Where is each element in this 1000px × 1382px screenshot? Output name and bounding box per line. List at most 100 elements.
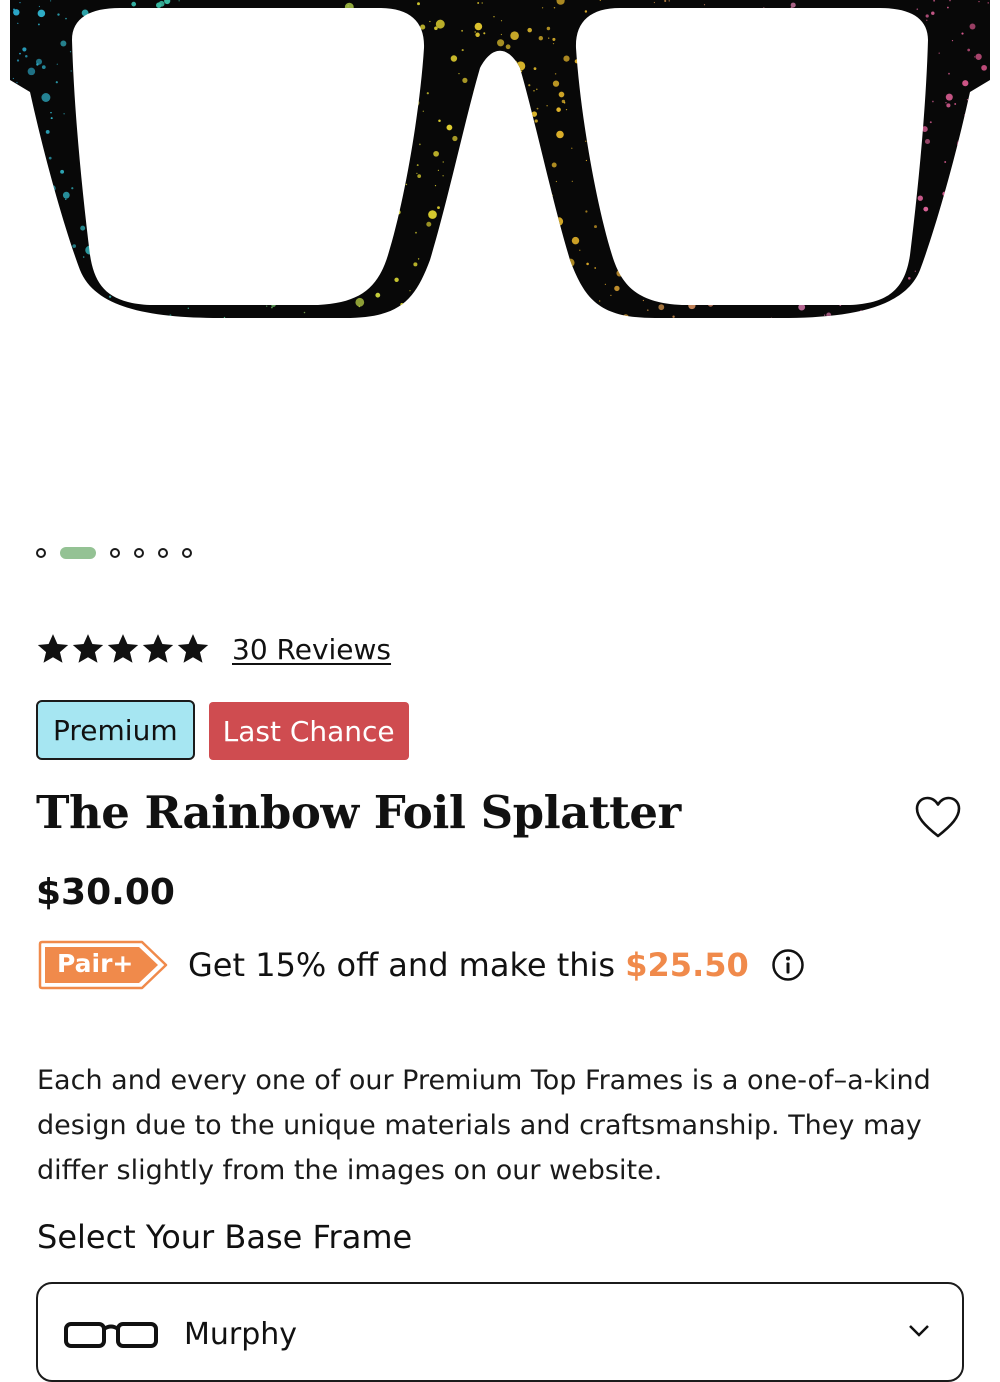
foil-speck [565, 108, 568, 111]
foil-speck [23, 108, 27, 112]
foil-speck [448, 275, 451, 278]
foil-speck [579, 249, 581, 251]
foil-speck [963, 114, 966, 116]
foil-speck [553, 6, 556, 9]
foil-speck [531, 111, 538, 117]
foil-speck [554, 73, 557, 75]
foil-speck [477, 2, 480, 4]
foil-speck [960, 194, 963, 196]
foil-speck [770, 317, 773, 318]
foil-speck [37, 9, 46, 18]
foil-speck [490, 72, 492, 74]
foil-speck [41, 93, 51, 102]
foil-speck [453, 202, 459, 208]
foil-speck [303, 311, 306, 314]
foil-speck [531, 167, 541, 177]
star-icon [72, 634, 104, 663]
star-icon [37, 634, 69, 663]
foil-speck [445, 257, 448, 260]
foil-speck [978, 204, 981, 207]
foil-speck [417, 258, 420, 260]
foil-speck [520, 70, 523, 73]
foil-speck [991, 178, 993, 180]
foil-speck [16, 81, 18, 84]
foil-speck [478, 170, 480, 172]
foil-speck [546, 26, 551, 31]
heart-outline-icon[interactable] [914, 795, 962, 839]
foil-speck [4, 161, 5, 162]
foil-speck [962, 80, 969, 87]
foil-speck [45, 129, 50, 134]
foil-speck [417, 2, 420, 6]
gallery-dot[interactable] [158, 548, 168, 558]
foil-speck [375, 292, 381, 298]
foil-speck [3, 182, 8, 187]
foil-speck [429, 20, 431, 23]
foil-speck [672, 315, 675, 318]
foil-speck [452, 173, 460, 181]
foil-speck [10, 106, 14, 111]
foil-speck [17, 22, 19, 24]
gallery-dot[interactable] [36, 548, 46, 558]
foil-speck [938, 219, 940, 221]
foil-speck [519, 227, 523, 231]
foil-speck [442, 161, 444, 163]
foil-speck [945, 102, 947, 104]
foil-speck [60, 169, 65, 174]
foil-speck [508, 80, 516, 88]
foil-speck [653, 1, 656, 4]
foil-speck [158, 0, 165, 7]
star-icon [142, 634, 174, 663]
foil-speck [542, 257, 545, 260]
foil-speck [493, 16, 495, 18]
foil-speck [7, 178, 9, 180]
foil-speck [944, 161, 947, 163]
foil-speck [503, 305, 505, 307]
pair-plus-price: $25.50 [625, 946, 749, 984]
foil-speck [25, 288, 34, 296]
foil-speck [541, 210, 544, 214]
foil-speck [556, 107, 561, 112]
foil-speck [958, 164, 961, 166]
gallery-dot[interactable] [134, 548, 144, 558]
foil-speck [991, 7, 997, 13]
foil-speck [474, 31, 476, 33]
foil-speck [925, 14, 929, 18]
foil-speck [446, 124, 453, 131]
foil-speck [981, 102, 990, 111]
foil-speck [56, 63, 58, 65]
foil-speck [55, 248, 58, 251]
foil-speck [419, 143, 421, 146]
foil-speck [622, 314, 629, 318]
foil-speck [409, 290, 411, 292]
foil-speck [81, 287, 85, 291]
foil-speck [37, 214, 48, 224]
foil-speck [991, 298, 993, 300]
foil-speck [13, 9, 20, 16]
foil-speck [55, 81, 58, 84]
foil-speck [487, 199, 489, 201]
foil-speck [452, 135, 458, 142]
foil-speck [664, 0, 667, 3]
foil-speck [534, 119, 538, 123]
product-image[interactable] [0, 0, 1000, 520]
gallery-dot-active[interactable] [60, 547, 96, 559]
gallery-dot[interactable] [182, 548, 192, 558]
foil-speck [440, 266, 448, 274]
foil-speck [12, 77, 15, 80]
foil-speck [2, 311, 5, 314]
foil-speck [973, 56, 976, 58]
foil-speck [505, 243, 507, 245]
foil-speck [71, 256, 73, 258]
info-icon[interactable] [771, 948, 805, 982]
foil-speck [961, 237, 971, 247]
badge-row: Premium Last Chance [36, 700, 409, 760]
foil-speck [924, 272, 930, 278]
foil-speck [538, 36, 543, 41]
foil-speck [48, 156, 52, 160]
reviews-link[interactable]: 30 Reviews [232, 633, 391, 666]
base-frame-selector[interactable]: Murphy [36, 1282, 964, 1382]
foil-speck [931, 309, 934, 311]
foil-speck [483, 32, 486, 35]
gallery-dot[interactable] [110, 548, 120, 558]
